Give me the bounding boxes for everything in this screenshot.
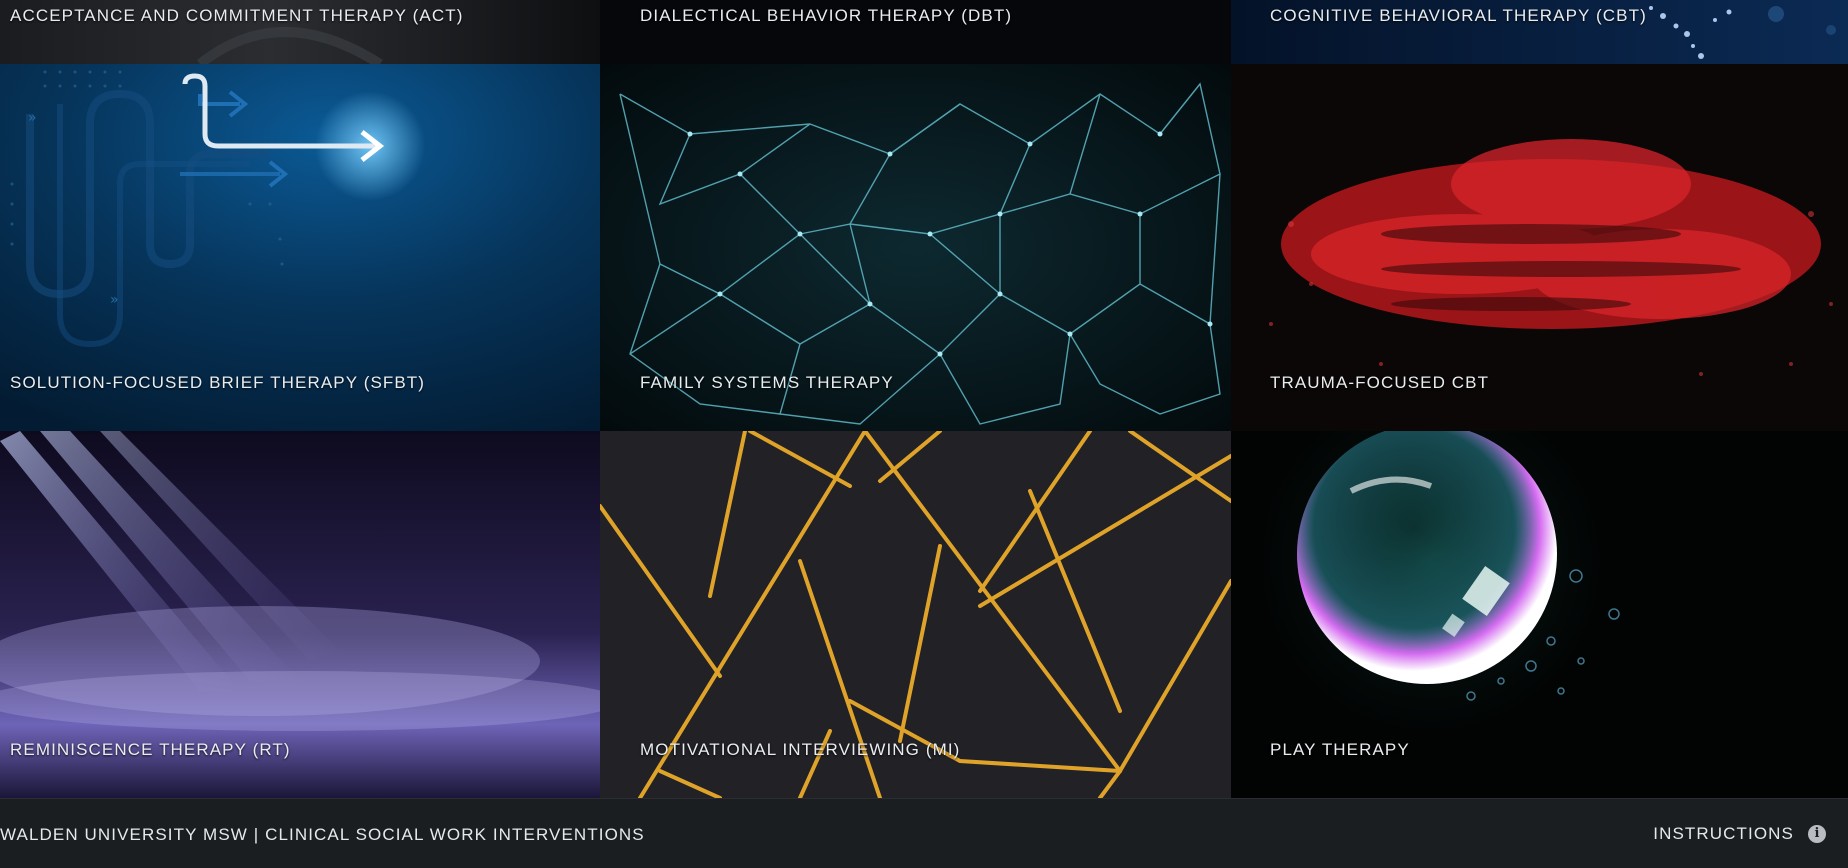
- tile-play-therapy-label: PLAY THERAPY: [1270, 740, 1410, 759]
- therapy-grid: ACCEPTANCE AND COMMITMENT THERAPY (ACT) …: [0, 0, 1848, 798]
- tile-trauma-focused-cbt-label: TRAUMA-FOCUSED CBT: [1270, 373, 1490, 392]
- tile-dbt[interactable]: DIALECTICAL BEHAVIOR THERAPY (DBT): [600, 0, 1231, 64]
- instructions-label: INSTRUCTIONS: [1653, 824, 1794, 843]
- instructions-button[interactable]: INSTRUCTIONS i: [1653, 819, 1826, 849]
- svg-text:»: »: [28, 110, 37, 126]
- tile-trauma-focused-cbt[interactable]: TRAUMA-FOCUSED CBT: [1231, 64, 1848, 431]
- tile-act-label: ACCEPTANCE AND COMMITMENT THERAPY (ACT): [10, 6, 464, 25]
- tile-motivational-interviewing-label: MOTIVATIONAL INTERVIEWING (MI): [640, 740, 961, 759]
- tile-family-systems-label: FAMILY SYSTEMS THERAPY: [640, 373, 894, 392]
- info-icon: i: [1808, 825, 1826, 843]
- tile-sfbt-label: SOLUTION-FOCUSED BRIEF THERAPY (SFBT): [10, 373, 426, 392]
- tile-motivational-interviewing[interactable]: MOTIVATIONAL INTERVIEWING (MI): [600, 431, 1231, 798]
- footer-bar: WALDEN UNIVERSITY MSW | CLINICAL SOCIAL …: [0, 798, 1848, 868]
- tile-play-therapy[interactable]: PLAY THERAPY: [1231, 431, 1848, 798]
- tile-dbt-label: DIALECTICAL BEHAVIOR THERAPY (DBT): [640, 6, 1013, 25]
- tile-act[interactable]: ACCEPTANCE AND COMMITMENT THERAPY (ACT): [0, 0, 600, 64]
- footer-brand-text: WALDEN UNIVERSITY MSW | CLINICAL SOCIAL …: [0, 825, 645, 844]
- tile-family-systems[interactable]: FAMILY SYSTEMS THERAPY: [600, 64, 1231, 431]
- tile-reminiscence[interactable]: REMINISCENCE THERAPY (RT): [0, 431, 600, 798]
- tile-reminiscence-label: REMINISCENCE THERAPY (RT): [10, 740, 291, 759]
- svg-text:»: »: [110, 292, 119, 308]
- tile-cbt[interactable]: COGNITIVE BEHAVIORAL THERAPY (CBT): [1231, 0, 1848, 64]
- tile-cbt-label: COGNITIVE BEHAVIORAL THERAPY (CBT): [1270, 6, 1647, 25]
- tile-sfbt[interactable]: » » SOLUTION-FOCUSED BRIEF THERAPY (SFBT…: [0, 64, 600, 431]
